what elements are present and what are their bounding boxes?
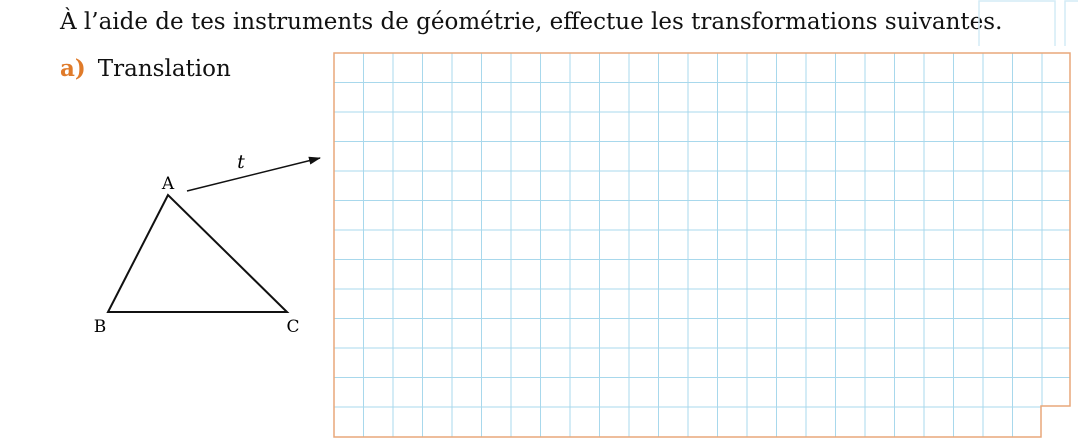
part-heading: a) Translation [60, 54, 231, 84]
grid-lines [334, 53, 1070, 437]
exercise-instruction: À l’aide de tes instruments de géométrie… [60, 9, 1003, 35]
vertex-label-b: B [94, 317, 107, 337]
translation-vector-arrow [186, 156, 321, 192]
triangle-figure: t A B C [94, 151, 321, 337]
corner-frame-decoration [978, 0, 1078, 46]
grid-border [333, 52, 1071, 438]
part-letter: a) [60, 55, 86, 82]
triangle-abc [106, 193, 290, 313]
part-title: Translation [97, 56, 231, 82]
vector-label-t: t [237, 151, 245, 173]
vertex-label-c: C [286, 317, 299, 337]
grid-work-area[interactable] [333, 52, 1078, 438]
vertex-label-a: A [161, 174, 175, 194]
